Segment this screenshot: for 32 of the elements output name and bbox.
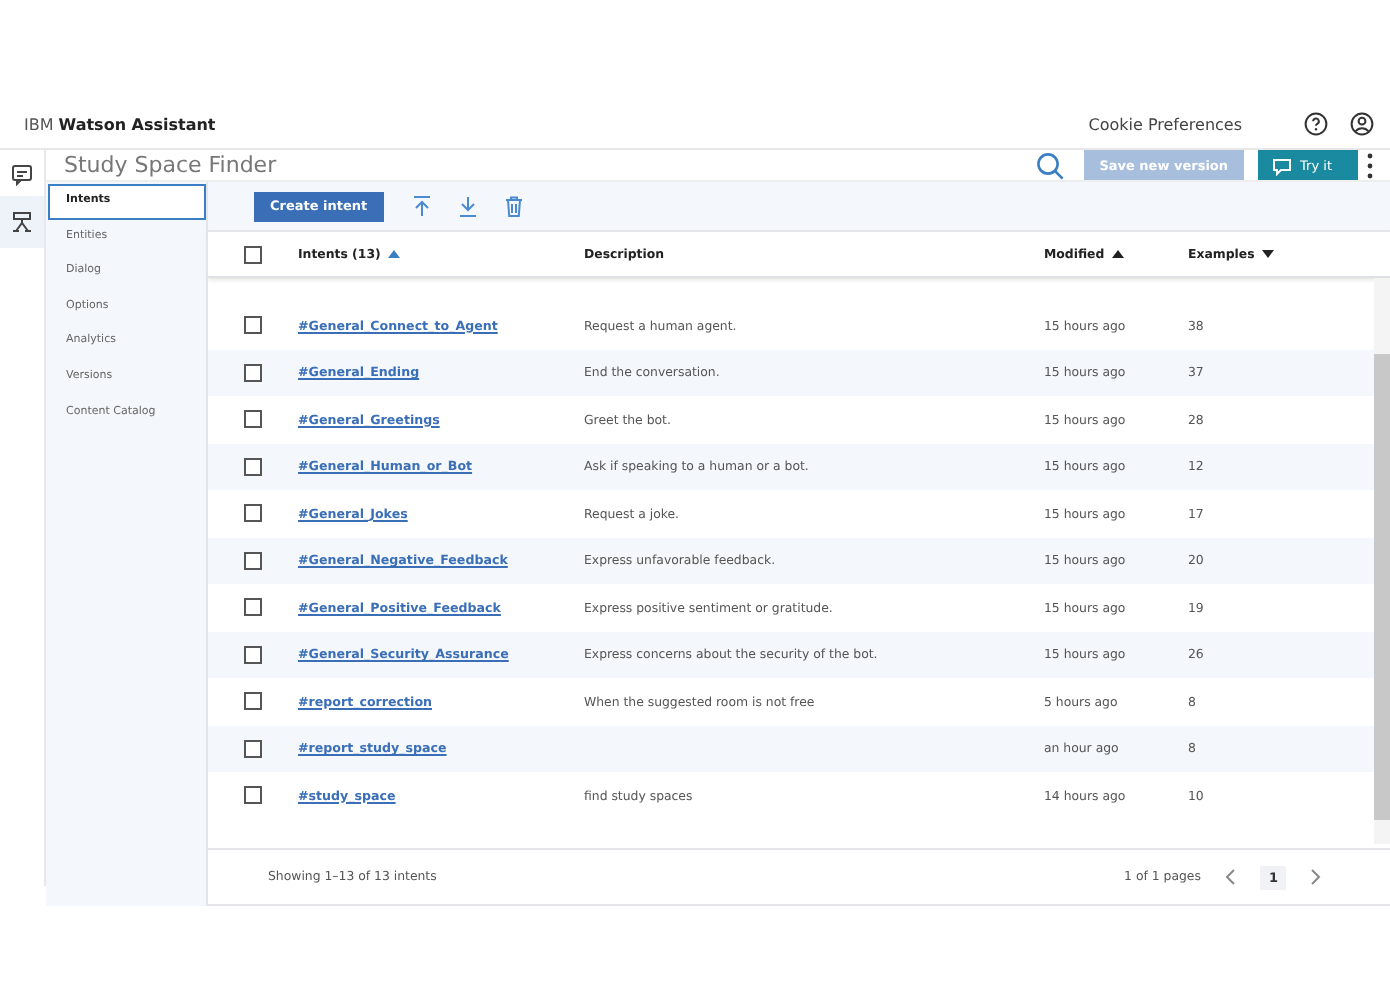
checkbox[interactable] — [244, 551, 262, 570]
scrollbar-thumb[interactable] — [1374, 354, 1390, 820]
sort-up-icon[interactable] — [1110, 246, 1127, 262]
checkbox[interactable] — [244, 504, 262, 523]
checkbox[interactable] — [244, 363, 262, 382]
network-icon[interactable] — [10, 210, 34, 234]
chevron-left-icon[interactable] — [1224, 868, 1237, 886]
overflow-menu-icon[interactable] — [1366, 151, 1374, 179]
rail-button[interactable] — [0, 196, 44, 248]
trash-icon[interactable] — [501, 194, 526, 218]
checkbox[interactable] — [244, 410, 262, 429]
sort-down-icon[interactable] — [1260, 246, 1277, 262]
scrollbar[interactable] — [1374, 278, 1390, 844]
skill-title: Study Space Finder — [64, 152, 277, 178]
cookie-preferences-link[interactable]: Cookie Preferences — [1088, 115, 1242, 133]
checkbox[interactable] — [244, 786, 262, 805]
checkbox[interactable] — [244, 692, 262, 711]
help-icon[interactable] — [1304, 112, 1328, 136]
checkbox[interactable] — [244, 316, 262, 335]
checkbox[interactable] — [244, 645, 262, 664]
product-name: IBM Watson Assistant — [24, 115, 216, 133]
checkbox[interactable] — [244, 598, 262, 617]
select-all-checkbox[interactable] — [244, 245, 262, 263]
search-icon[interactable] — [1035, 151, 1064, 179]
chevron-right-icon[interactable] — [1310, 868, 1322, 886]
checkbox[interactable] — [244, 457, 262, 476]
upload-icon[interactable] — [409, 194, 434, 218]
user-icon[interactable] — [1350, 112, 1374, 136]
chat-icon[interactable] — [10, 161, 34, 185]
chat-bubble-icon[interactable] — [1272, 155, 1293, 175]
download-icon[interactable] — [455, 194, 480, 218]
checkbox[interactable] — [244, 739, 262, 758]
